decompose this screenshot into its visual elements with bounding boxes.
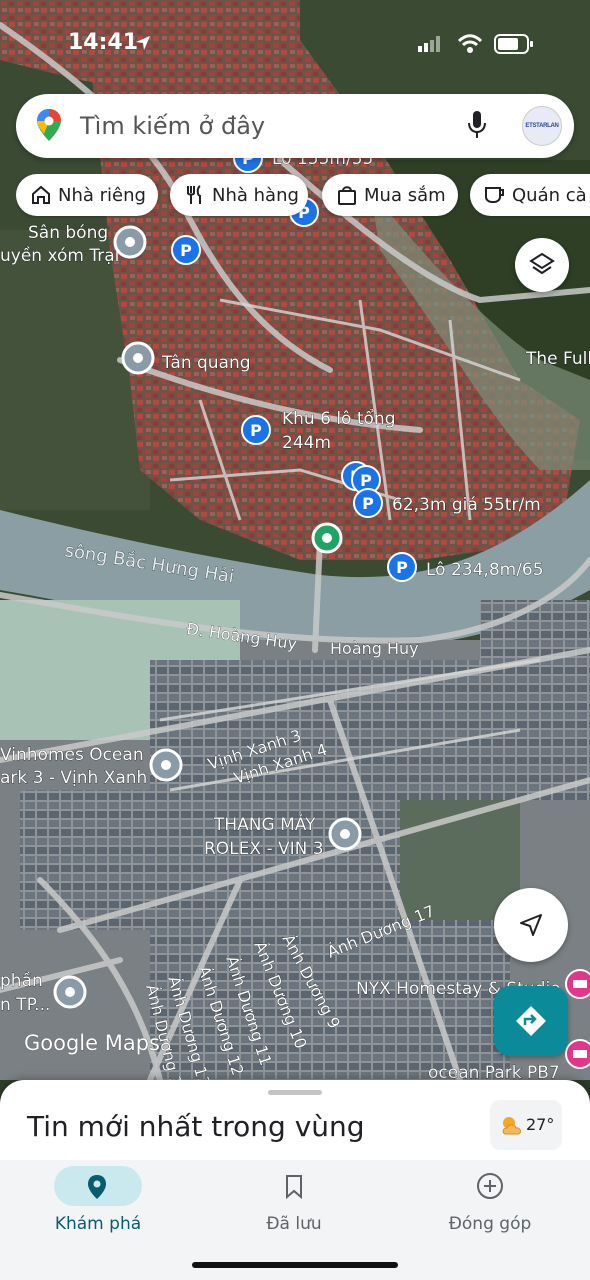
place-label-san-bong-2: uyền xóm Trại xyxy=(0,245,119,266)
partly-cloudy-icon xyxy=(502,1117,521,1135)
place-pin-tan-quang xyxy=(121,341,155,375)
layers-button[interactable] xyxy=(515,238,569,292)
location-arrow-icon xyxy=(136,36,150,50)
svg-text:P: P xyxy=(362,494,374,513)
home-indicator xyxy=(192,1262,398,1268)
temperature-value: 27° xyxy=(526,1115,555,1134)
place-pin-vinhomes xyxy=(149,748,183,782)
svg-text:P: P xyxy=(180,241,192,260)
directions-button[interactable] xyxy=(494,986,568,1056)
svg-text:P: P xyxy=(250,421,262,440)
place-pin-ocean-park xyxy=(565,1039,590,1069)
road-label-hoang-huy-2: Hoàng Huy xyxy=(330,639,419,658)
restaurant-icon xyxy=(187,185,201,204)
search-bar[interactable]: Tìm kiếm ở đây ETSTARLAN xyxy=(16,94,574,158)
my-location-button[interactable] xyxy=(494,888,568,962)
place-label-khu6-2: 244m xyxy=(282,433,331,453)
place-label-khu6-1: Khu 6 lô tổng xyxy=(282,408,395,429)
chip-coffee-label: Quán cà xyxy=(512,185,587,206)
nav-saved[interactable]: Đã lưu xyxy=(196,1160,392,1250)
directions-icon xyxy=(516,1006,546,1036)
place-label-thang-may-1: THANG MÁY xyxy=(213,813,316,835)
place-label-tan-quang: Tân quang xyxy=(161,353,251,373)
cellular-signal-icon xyxy=(418,36,440,52)
nav-explore[interactable]: Khám phá xyxy=(0,1160,196,1250)
chip-shopping-label: Mua sắm xyxy=(364,185,446,206)
navigation-arrow-icon xyxy=(520,914,542,936)
place-label-62m: 62,3m giá 55tr/m xyxy=(392,495,541,515)
place-label-lo234: Lô 234,8m/65 xyxy=(426,560,544,580)
place-label-vinhomes-2: ark 3 - Vịnh Xanh xyxy=(0,768,147,788)
coffee-icon xyxy=(485,187,504,203)
parking-pin-lo234: P xyxy=(387,552,417,582)
parking-pin-san-bong: P xyxy=(171,235,201,265)
svg-text:P: P xyxy=(360,471,372,490)
parking-pin-khu6: P xyxy=(241,415,271,445)
svg-text:P: P xyxy=(396,558,408,577)
chip-restaurant-label: Nhà hàng xyxy=(212,185,299,206)
nav-contribute[interactable]: Đóng góp xyxy=(392,1160,588,1250)
avatar-text: ETSTARLAN xyxy=(525,123,559,129)
sheet-title: Tin mới nhất trong vùng xyxy=(27,1110,365,1143)
google-maps-watermark: Google Maps xyxy=(24,1031,160,1055)
weather-badge[interactable]: 27° xyxy=(490,1100,562,1150)
add-circle-icon xyxy=(477,1173,503,1199)
wifi-icon xyxy=(457,34,483,53)
bookmark-icon xyxy=(286,1175,302,1200)
status-time: 14:41 xyxy=(68,30,139,55)
shopping-bag-icon xyxy=(338,186,356,205)
chip-home[interactable]: Nhà riêng xyxy=(16,174,158,216)
place-pin-thang-may xyxy=(328,817,362,851)
chip-home-label: Nhà riêng xyxy=(58,185,146,206)
green-place-pin xyxy=(311,522,343,554)
place-label-vinhomes-1: Vinhomes Ocean xyxy=(0,745,144,765)
parking-pin-62m: P xyxy=(353,488,383,518)
place-label-the-full: The Full xyxy=(525,349,590,369)
place-label-thang-may-2: ROLEX - VIN 3 xyxy=(204,839,324,859)
search-input[interactable]: Tìm kiếm ở đây xyxy=(80,112,265,140)
account-avatar[interactable]: ETSTARLAN xyxy=(522,106,562,146)
place-pin-san-bong xyxy=(113,225,147,259)
place-pin-nyx xyxy=(565,969,590,999)
nav-explore-label: Khám phá xyxy=(54,1214,142,1234)
layers-icon xyxy=(529,252,555,275)
chip-restaurant[interactable]: Nhà hàng xyxy=(170,174,308,216)
chip-shopping[interactable]: Mua sắm xyxy=(322,174,458,216)
place-label-phan-2: n TP... xyxy=(0,995,50,1015)
battery-icon xyxy=(494,34,533,54)
place-label-phan-1: phần xyxy=(0,970,43,991)
place-label-san-bong-1: Sân bóng xyxy=(28,223,108,243)
location-pin-icon xyxy=(88,1175,106,1199)
nav-contribute-label: Đóng góp xyxy=(448,1214,532,1234)
microphone-icon[interactable] xyxy=(466,110,488,140)
place-pin-phan xyxy=(53,975,87,1009)
chip-coffee[interactable]: Quán cà xyxy=(470,174,590,216)
home-icon xyxy=(32,185,50,204)
sheet-drag-handle[interactable] xyxy=(268,1090,322,1095)
google-maps-pin-icon xyxy=(37,109,61,141)
status-bar: 14:41 xyxy=(0,30,590,60)
nav-saved-label: Đã lưu xyxy=(266,1214,322,1234)
category-chips: Nhà riêng Nhà hàng Mua sắm Quán cà xyxy=(16,174,590,218)
